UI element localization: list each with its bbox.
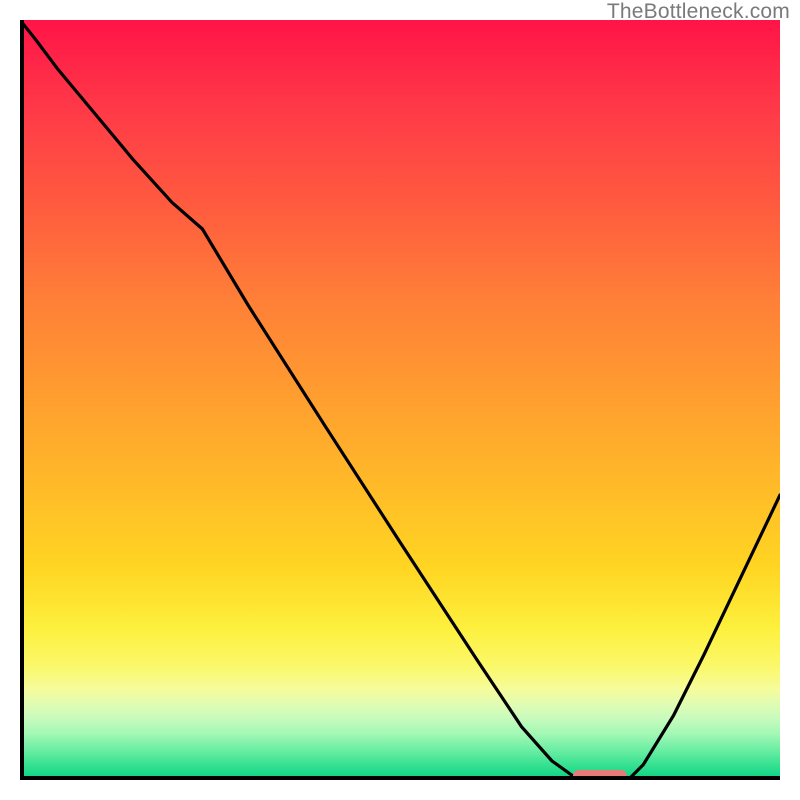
plot-area — [20, 20, 780, 780]
bottleneck-curve — [20, 20, 780, 780]
optimum-marker — [573, 770, 627, 780]
